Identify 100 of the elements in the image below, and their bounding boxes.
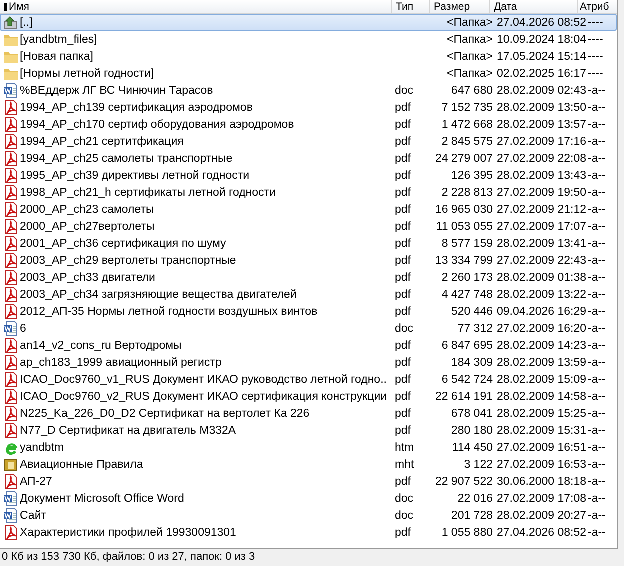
file-attributes: -a-- [588, 204, 606, 216]
file-type: pdf [395, 204, 411, 216]
file-name: 2001_AP_ch36 сертификация по шуму [20, 238, 226, 250]
file-name: 1994_AP_ch170 сертиф оборудования аэродромов [20, 118, 294, 130]
file-name: Характеристики профилей 19930091301 [20, 526, 236, 538]
column-header[interactable]: Дата [490, 0, 578, 13]
file-name: 2000_AP_ch27вертолеты [20, 220, 155, 232]
file-name: Сайт [20, 510, 47, 522]
file-row[interactable]: [Новая папка] <Папка> 17.05.2024 15:14---- [0, 48, 617, 65]
file-date: 27.02.2009 17:07 [497, 220, 587, 232]
file-size: 77 312 [458, 322, 493, 334]
file-row[interactable]: Характеристики профилей 19930091301 pdf 1 055 880 27.04.2026 08:52-a-- [0, 524, 617, 541]
file-name: ap_ch183_1999 авиационный регистр [20, 356, 222, 368]
file-date: 27.02.2009 19:50 [497, 186, 587, 198]
document-icon [3, 82, 19, 98]
file-name: an14_v2_cons_ru Вертодромы [20, 340, 182, 352]
file-row[interactable]: [yandbtm_files] <Папка> 10.09.2024 18:04---- [0, 31, 617, 48]
file-type: pdf [395, 340, 411, 352]
file-attributes: -a-- [588, 476, 606, 488]
pdf-icon [3, 270, 19, 286]
file-row[interactable]: 2003_AP_ch29 вертолеты транспортные pdf 13 334 799 27.02.2009 22:43-a-- [0, 252, 617, 269]
file-type: pdf [395, 102, 411, 114]
column-header[interactable]: Атриб [578, 0, 617, 13]
file-row[interactable]: Документ Microsoft Office Word doc 22 016 27.02.2009 17:08-a-- [0, 490, 617, 507]
file-row[interactable]: 2000_AP_ch27вертолеты pdf 11 053 055 27.02.2009 17:07-a-- [0, 218, 617, 235]
file-attributes: ---- [588, 68, 604, 80]
pdf-icon [3, 202, 19, 218]
pdf-icon [3, 286, 19, 302]
file-type: pdf [395, 170, 411, 182]
column-header[interactable]: Тип [392, 0, 430, 13]
file-name: 1994_AP_ch139 сертификация аэродромов [20, 102, 253, 114]
up-folder-icon [3, 14, 19, 30]
file-row[interactable]: 2003_AP_ch33 двигатели pdf 2 260 173 28.02.2009 01:38-a-- [0, 269, 617, 286]
file-size: 1 055 880 [442, 526, 493, 538]
file-size: 22 016 [458, 492, 493, 504]
file-row[interactable]: [..] <Папка> 27.04.2026 08:52---- [0, 14, 617, 31]
file-name: [Новая папка] [20, 50, 94, 62]
file-row[interactable]: 2012_АП-35 Нормы летной годности воздушных винтов pdf 520 446 09.04.2026 16:29-a-- [0, 303, 617, 320]
file-type: pdf [395, 272, 411, 284]
pdf-icon [3, 218, 19, 234]
file-size: 3 122 [464, 458, 493, 470]
pdf-icon [3, 354, 19, 370]
file-row[interactable]: an14_v2_cons_ru Вертодромы pdf 6 847 695 28.02.2009 14:23-a-- [0, 337, 617, 354]
file-row[interactable]: Сайт doc 201 728 28.02.2009 20:27-a-- [0, 507, 617, 524]
file-row[interactable]: 1994_AP_ch21 сертитфикация pdf 2 845 575 27.02.2009 17:16-a-- [0, 133, 617, 150]
file-type: pdf [395, 356, 411, 368]
file-row[interactable]: 6 doc 77 312 27.02.2009 16:20-a-- [0, 320, 617, 337]
file-name: 2012_АП-35 Нормы летной годности воздушных винтов [20, 306, 318, 318]
file-row[interactable]: 1998_AP_ch21_h сертификаты летной годности pdf 2 228 813 27.02.2009 19:50-a-- [0, 184, 617, 201]
file-attributes: -a-- [588, 84, 606, 96]
pdf-icon [3, 168, 19, 184]
file-date: 27.04.2026 08:52 [497, 16, 587, 28]
file-attributes: -a-- [588, 288, 606, 300]
file-name: [Нормы летной годности] [20, 68, 154, 80]
file-name: [yandbtm_files] [20, 34, 98, 46]
file-size: 16 965 030 [435, 204, 493, 216]
file-row[interactable]: Авиационные Правила mht 3 122 27.02.2009 16:53-a-- [0, 456, 617, 473]
file-type: pdf [395, 238, 411, 250]
file-row[interactable]: N77_D Сертификат на двигатель М332А pdf 280 180 28.02.2009 15:31-a-- [0, 422, 617, 439]
file-type: pdf [395, 390, 411, 402]
file-type: doc [395, 492, 414, 504]
file-row[interactable]: yandbtm htm 114 450 27.02.2009 16:51-a-- [0, 439, 617, 456]
file-row[interactable]: 2001_AP_ch36 сертификация по шуму pdf 8 577 159 28.02.2009 13:41-a-- [0, 235, 617, 252]
pdf-icon [3, 252, 19, 268]
file-attributes: -a-- [588, 170, 606, 182]
file-date: 28.02.2009 13:22 [497, 288, 587, 300]
file-row[interactable]: 2003_AP_ch34 загрязняющие вещества двигателей pdf 4 427 748 28.02.2009 13:22-a-- [0, 286, 617, 303]
file-name: 2003_AP_ch33 двигатели [20, 272, 156, 284]
file-row[interactable]: ICAO_Doc9760_v2_RUS Документ ИКАО сертификация конструкции pdf 22 614 191 28.02.2009 14:58-a-- [0, 388, 617, 405]
file-name: 1998_AP_ch21_h сертификаты летной годности [20, 186, 276, 198]
file-row[interactable]: ap_ch183_1999 авиационный регистр pdf 184 309 28.02.2009 13:59-a-- [0, 354, 617, 371]
file-type: pdf [395, 136, 411, 148]
pdf-icon [3, 150, 19, 166]
file-date: 27.02.2009 16:20 [497, 322, 587, 334]
pdf-icon [3, 236, 19, 252]
file-size: 8 577 159 [442, 238, 493, 250]
file-name: АП-27 [20, 476, 52, 488]
file-attributes: -a-- [588, 322, 606, 334]
file-row[interactable]: 1995_AP_ch39 директивы летной годности pdf 126 395 28.02.2009 13:43-a-- [0, 167, 617, 184]
file-size: 7 152 735 [442, 102, 493, 114]
file-date: 28.02.2009 13:59 [497, 356, 587, 368]
file-row[interactable]: 1994_AP_ch170 сертиф оборудования аэродромов pdf 1 472 668 28.02.2009 13:57-a-- [0, 116, 617, 133]
file-attributes: -a-- [588, 102, 606, 114]
file-row[interactable]: N225_Ka_226_D0_D2 Сертификат на вертолет Ка 226 pdf 678 041 28.02.2009 15:25-a-- [0, 405, 617, 422]
file-type: pdf [395, 424, 411, 436]
column-header[interactable]: Размер [430, 0, 490, 13]
file-row[interactable]: 1994_AP_ch25 самолеты транспортные pdf 24 279 007 27.02.2009 22:08-a-- [0, 150, 617, 167]
file-row[interactable]: ICAO_Doc9760_v1_RUS Документ ИКАО руководство летной годно.. pdf 6 542 724 28.02.2009 15:09-a-- [0, 371, 617, 388]
file-date: 27.04.2026 08:52 [497, 526, 587, 538]
file-type: pdf [395, 526, 411, 538]
file-name: yandbtm [20, 442, 64, 454]
file-type: pdf [395, 186, 411, 198]
file-type: pdf [395, 408, 411, 420]
file-row[interactable]: %BEддерж ЛГ ВС Чинючин Тарасов doc 647 680 28.02.2009 02:43-a-- [0, 82, 617, 99]
file-row[interactable]: 2000_AP_ch23 самолеты pdf 16 965 030 27.02.2009 21:12-a-- [0, 201, 617, 218]
file-row[interactable]: АП-27 pdf 22 907 522 30.06.2000 18:18-a-- [0, 473, 617, 490]
file-type: pdf [395, 306, 411, 318]
file-name: 2003_AP_ch29 вертолеты транспортные [20, 254, 236, 266]
file-row[interactable]: [Нормы летной годности] <Папка> 02.02.2025 16:17---- [0, 65, 617, 82]
file-row[interactable]: 1994_AP_ch139 сертификация аэродромов pdf 7 152 735 28.02.2009 13:50-a-- [0, 99, 617, 116]
